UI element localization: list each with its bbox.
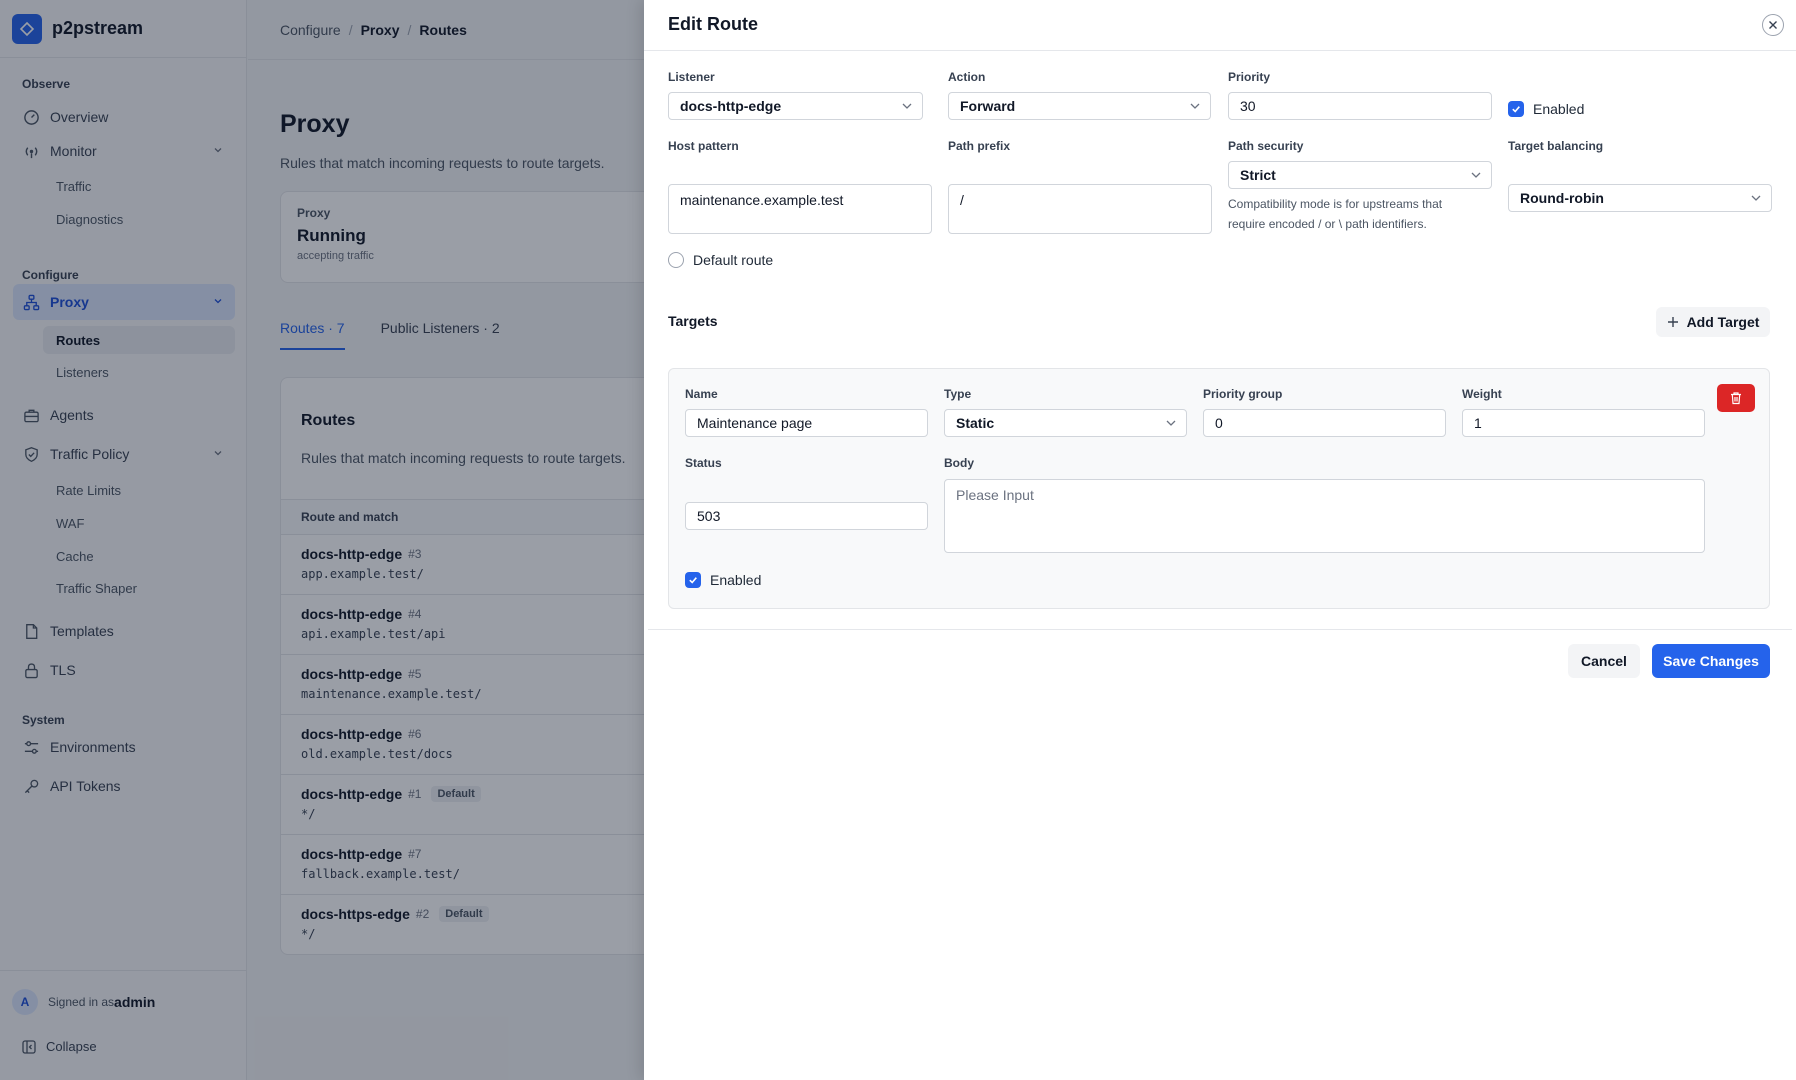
priority-input[interactable]: 30 <box>1228 92 1492 120</box>
path-security-help: Compatibility mode is for upstreams that… <box>1228 197 1443 231</box>
footer-divider <box>648 629 1792 630</box>
targets-title: Targets <box>668 313 718 329</box>
path-security-select[interactable]: Strict <box>1228 161 1492 189</box>
status-code-label: Status <box>685 456 722 470</box>
delete-target-button[interactable] <box>1717 384 1755 412</box>
target-enabled-label: Enabled <box>710 572 762 588</box>
action-select[interactable]: Forward <box>948 92 1211 120</box>
target-name-input[interactable]: Maintenance page <box>685 409 928 437</box>
drawer-title: Edit Route <box>668 14 758 34</box>
checkbox-unchecked-icon <box>668 252 684 268</box>
close-icon <box>1769 21 1777 29</box>
host-pattern-input[interactable]: maintenance.example.test <box>668 184 932 234</box>
enabled-checkbox[interactable]: Enabled <box>1508 101 1584 117</box>
add-target-button[interactable]: Add Target <box>1656 307 1770 337</box>
chevron-down-icon <box>1751 195 1761 201</box>
listener-label: Listener <box>668 70 715 84</box>
target-balancing-select[interactable]: Round-robin <box>1508 184 1772 212</box>
edit-route-drawer: Edit Route Listener docs-http-edge Actio… <box>644 0 1796 1080</box>
close-button[interactable] <box>1762 14 1784 36</box>
plus-icon <box>1667 317 1678 327</box>
chevron-down-icon <box>1190 103 1200 109</box>
priority-group-label: Priority group <box>1203 387 1283 401</box>
listener-select[interactable]: docs-http-edge <box>668 92 923 120</box>
path-security-value: Strict <box>1240 167 1276 183</box>
target-type-select[interactable]: Static <box>944 409 1187 437</box>
body-textarea[interactable]: Please Input <box>944 479 1705 553</box>
priority-label: Priority <box>1228 70 1271 84</box>
default-route-label: Default route <box>693 252 774 268</box>
trash-icon <box>1731 392 1741 405</box>
priority-group-input[interactable]: 0 <box>1203 409 1446 437</box>
enabled-label: Enabled <box>1533 101 1585 117</box>
drawer-header: Edit Route <box>644 0 1796 51</box>
weight-input[interactable]: 1 <box>1462 409 1705 437</box>
checkbox-checked-icon <box>685 572 701 588</box>
target-enabled-checkbox[interactable]: Enabled <box>685 572 761 588</box>
target-type-value: Static <box>956 415 995 431</box>
save-changes-button[interactable]: Save Changes <box>1652 644 1770 678</box>
action-label: Action <box>948 70 986 84</box>
cancel-button[interactable]: Cancel <box>1568 644 1640 678</box>
path-prefix-input[interactable]: / <box>948 184 1212 234</box>
listener-value: docs-http-edge <box>680 98 782 114</box>
chevron-down-icon <box>1471 172 1481 178</box>
status-code-input[interactable]: 503 <box>685 502 928 530</box>
host-pattern-label: Host pattern <box>668 139 739 153</box>
target-balancing-value: Round-robin <box>1520 190 1604 206</box>
weight-label: Weight <box>1462 387 1502 401</box>
target-balancing-label: Target balancing <box>1508 139 1604 153</box>
chevron-down-icon <box>902 103 912 109</box>
target-name-label: Name <box>685 387 718 401</box>
body-label: Body <box>944 456 974 470</box>
add-target-label: Add Target <box>1686 314 1760 330</box>
checkbox-checked-icon <box>1508 101 1524 117</box>
default-route-checkbox[interactable]: Default route <box>668 252 773 268</box>
target-type-label: Type <box>944 387 972 401</box>
chevron-down-icon <box>1166 420 1176 426</box>
path-security-label: Path security <box>1228 139 1304 153</box>
path-prefix-label: Path prefix <box>948 139 1011 153</box>
action-value: Forward <box>960 98 1016 114</box>
